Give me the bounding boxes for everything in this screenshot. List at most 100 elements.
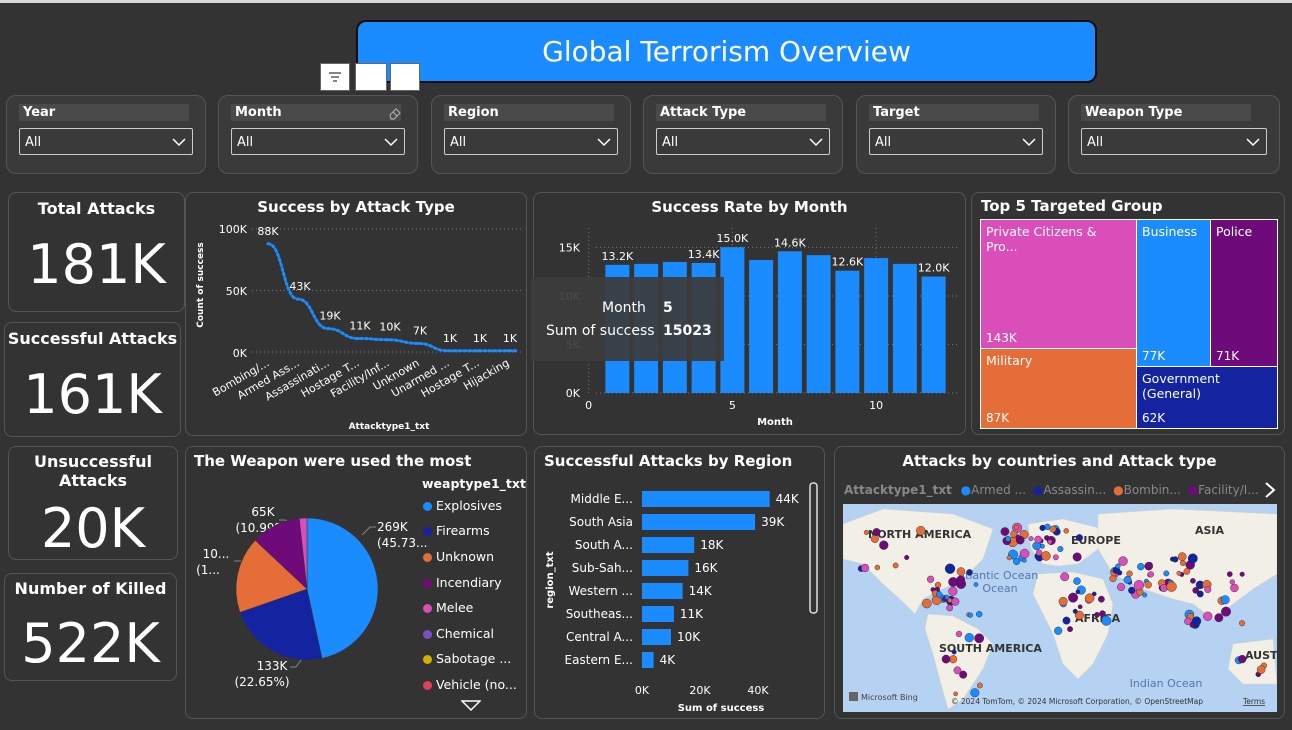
legend-label[interactable]: Assassin... — [1043, 483, 1106, 497]
chevron-down-icon — [809, 138, 823, 147]
chart-success-rate-by-month[interactable]: Success Rate by Month Month 0K5K10K15K05… — [531, 192, 966, 435]
map-dot — [948, 586, 958, 596]
slicer-dropdown-target[interactable]: All — [869, 128, 1043, 155]
data-label: 11K — [349, 319, 371, 332]
legend-label: Vehicle (no... — [436, 677, 517, 692]
eraser-icon[interactable] — [388, 106, 402, 120]
map-dot — [1144, 561, 1153, 571]
legend-dot-icon: ● — [960, 483, 972, 497]
legend-item[interactable]: Unknown — [423, 549, 494, 564]
y-tick: Eastern E... — [565, 653, 633, 667]
chart-success-by-attack-type[interactable]: Success by Attack Type Count of success … — [185, 192, 527, 436]
map-canvas[interactable]: NORTH AMERICA EUROPE ASIA Atlantic Ocean… — [843, 504, 1277, 712]
map-dot — [1072, 608, 1078, 614]
map-label: ASIA — [1195, 524, 1225, 537]
slicer-dropdown-attack-type[interactable]: All — [656, 128, 830, 155]
data-point — [266, 242, 270, 246]
slicer-year: Year All — [6, 95, 206, 174]
treemap-tile[interactable]: Military 87K — [980, 348, 1137, 429]
map-dot — [1183, 568, 1191, 575]
legend-item[interactable]: Sabotage ... — [423, 651, 511, 666]
chart-title: Top 5 Targeted Group — [981, 197, 1163, 215]
chart-successful-attacks-by-region[interactable]: Successful Attacks by Region region_txt … — [534, 446, 825, 719]
legend-next-icon[interactable] — [1264, 482, 1276, 498]
bar — [642, 514, 756, 530]
tile-label: Government (General) — [1142, 371, 1220, 401]
slicer-dropdown-year[interactable]: All — [19, 128, 193, 155]
map-dot — [1022, 558, 1027, 563]
chart-attacks-by-countries-map[interactable]: Attacks by countries and Attack type Att… — [834, 446, 1285, 719]
x-tick: 40K — [747, 684, 769, 697]
focus-mode-icon[interactable] — [355, 63, 387, 91]
map-dot — [1063, 528, 1069, 534]
filter-icon[interactable] — [320, 63, 350, 91]
tile-label: Police — [1216, 224, 1253, 239]
legend-label: Melee — [436, 600, 474, 615]
legend-dot-icon — [423, 681, 432, 690]
tile-value: 62K — [1142, 411, 1166, 425]
map-dot — [966, 569, 973, 576]
map-dot — [1170, 556, 1176, 562]
y-tick: Central A... — [566, 630, 633, 644]
chart-weapon-used-most[interactable]: The Weapon were used the most 269K (45.7… — [185, 446, 527, 719]
map-label: Ocean — [982, 582, 1017, 595]
slicer-dropdown-month[interactable]: All — [231, 128, 405, 155]
map-label: Indian Ocean — [1130, 677, 1203, 690]
legend-scroll-down-icon[interactable] — [461, 700, 481, 712]
map-dot — [1072, 552, 1082, 562]
treemap-tile[interactable]: Private Citizens & Pro... 143K — [980, 219, 1137, 349]
map-dot — [1035, 549, 1043, 556]
legend-label[interactable]: Facility/I... — [1198, 483, 1259, 497]
legend-item[interactable]: Firearms — [423, 523, 490, 538]
legend-dot-icon: ● — [1187, 483, 1199, 497]
kpi-value: 20K — [40, 497, 146, 560]
slicer-value: All — [1087, 135, 1104, 150]
map-dot — [1144, 581, 1152, 589]
slicer-dropdown-weapon-type[interactable]: All — [1081, 128, 1267, 155]
treemap-tile[interactable]: Government (General) 62K — [1136, 366, 1278, 429]
map-dot — [973, 582, 979, 587]
chevron-down-icon — [384, 138, 398, 147]
legend-label[interactable]: Armed ... — [971, 483, 1026, 497]
slicer-month: Month All — [218, 95, 418, 174]
y-tick: 50K — [226, 285, 248, 298]
chevron-down-icon — [172, 138, 186, 147]
legend-item[interactable]: Melee — [423, 600, 473, 615]
legend-label: Incendiary — [436, 575, 502, 590]
data-point — [506, 349, 510, 353]
slicer-dropdown-region[interactable]: All — [444, 128, 618, 155]
map-dot — [1221, 606, 1231, 617]
kpi-number-killed: Number of Killed 522K — [4, 573, 177, 681]
map-dot — [1075, 534, 1083, 542]
map-dot — [1126, 570, 1133, 577]
map-dot — [1057, 546, 1064, 553]
map-dot — [1220, 595, 1230, 605]
tile-label: Business — [1142, 224, 1198, 239]
map-dot — [1238, 655, 1247, 664]
legend-item[interactable]: Chemical — [423, 626, 494, 641]
chevron-down-icon — [597, 138, 611, 147]
map-dot — [953, 666, 962, 675]
map-dot — [1203, 611, 1213, 621]
kpi-successful-attacks: Successful Attacks 161K — [4, 322, 181, 437]
map-dot — [1184, 617, 1192, 625]
treemap-tile[interactable]: Police 71K — [1210, 219, 1278, 367]
map-dot — [941, 654, 951, 664]
data-label: 13.4K — [688, 248, 720, 261]
chart-top-5-targeted-group[interactable]: Top 5 Targeted Group Private Citizens & … — [971, 192, 1285, 435]
map-dot — [1101, 615, 1112, 626]
legend-title: Attacktype1_txt — [844, 483, 952, 497]
legend-item[interactable]: Vehicle (no... — [423, 677, 517, 692]
map-dot — [1005, 535, 1012, 542]
map-dot — [1041, 551, 1051, 561]
legend-label[interactable]: Bombin... — [1124, 483, 1181, 497]
map-dot — [1068, 592, 1078, 603]
map-dot — [1052, 554, 1059, 561]
legend-item[interactable]: Explosives — [423, 498, 502, 513]
legend-item[interactable]: Incendiary — [423, 575, 502, 590]
more-options-icon[interactable] — [390, 63, 420, 91]
chart-title: Attacks by countries and Attack type — [902, 452, 1217, 470]
y-axis-label: Count of success — [196, 242, 206, 328]
slicer-value: All — [662, 135, 679, 150]
treemap-tile[interactable]: Business 77K — [1136, 219, 1211, 367]
